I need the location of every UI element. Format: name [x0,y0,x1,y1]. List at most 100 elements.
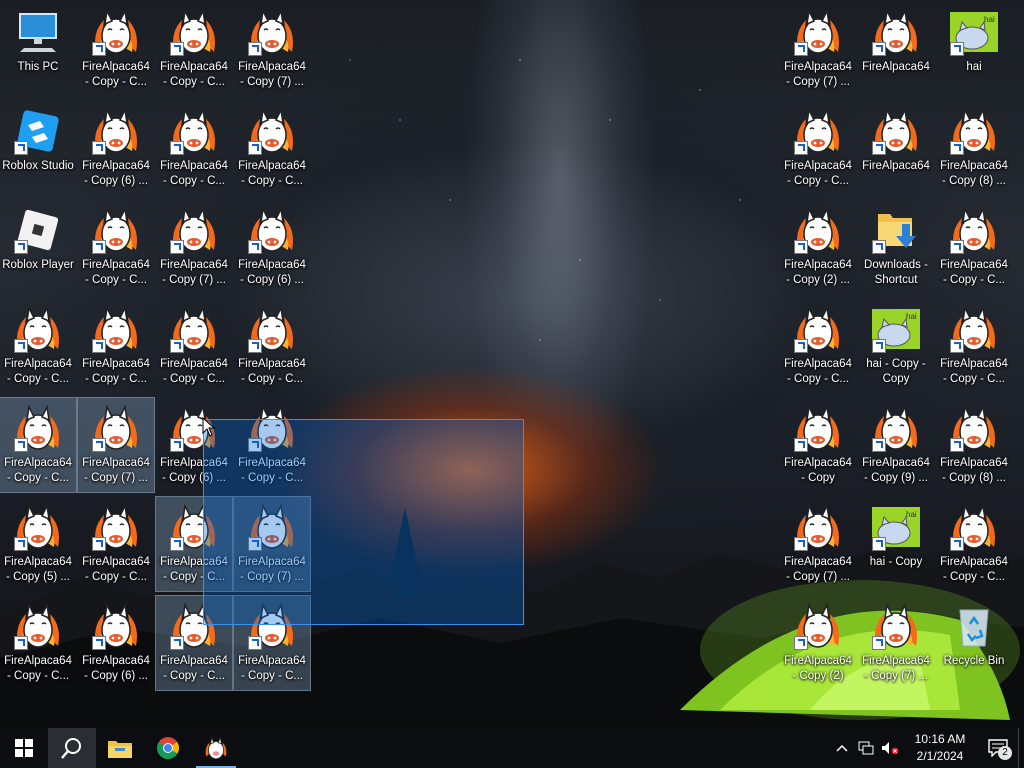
desktop-icon-image [794,107,842,155]
shortcut-arrow-icon [794,339,808,353]
desktop-icon[interactable]: FireAlpaca64 - Copy - C... [780,299,856,393]
shortcut-arrow-icon [794,141,808,155]
desktop-icon-image [794,305,842,353]
show-hidden-icons-button[interactable] [830,728,854,768]
desktop-icon-label: FireAlpaca64 - Copy - C... [940,556,1008,583]
desktop-icon-image [872,107,920,155]
chevron-up-icon [836,744,848,752]
desktop-icon-label: This PC [17,61,59,73]
desktop-icon[interactable]: FireAlpaca64 - Copy (7) ... [858,596,934,690]
svg-text:hai: hai [984,15,995,24]
desktop-icon-image [14,602,62,650]
desktop-icon-label: hai [966,61,982,73]
desktop-icon[interactable]: FireAlpaca64 - Copy (8) ... [936,398,1012,492]
shortcut-arrow-icon [872,438,886,452]
desktop-icon[interactable]: FireAlpaca64 - Copy - C... [936,200,1012,294]
desktop-icon-label: FireAlpaca64 - Copy - C... [940,259,1008,286]
desktop-icon[interactable]: FireAlpaca64 - Copy - C... [234,101,310,195]
desktop-icon-label: FireAlpaca64 - Copy - C... [940,358,1008,385]
desktop-icon-label: FireAlpaca64 - Copy (7) ... [238,61,306,88]
start-button[interactable] [0,728,48,768]
desktop-icon-label: Roblox Studio [2,160,74,172]
desktop-icon[interactable]: FireAlpaca64 - Copy (7) ... [780,2,856,96]
desktop-icon[interactable]: This PC [0,2,76,96]
desktop-icon[interactable]: FireAlpaca64 - Copy (7) ... [780,497,856,591]
desktop-icon[interactable]: FireAlpaca64 - Copy (5) ... [0,497,76,591]
shortcut-arrow-icon [950,141,964,155]
desktop-icon[interactable]: FireAlpaca64 - Copy - C... [156,299,232,393]
desktop-icon[interactable]: FireAlpaca64 - Copy (8) ... [936,101,1012,195]
desktop-icon[interactable]: FireAlpaca64 - Copy - C... [0,596,76,690]
desktop-icon[interactable]: FireAlpaca64 - Copy - C... [936,299,1012,393]
desktop-icon[interactable]: FireAlpaca64 - Copy - C... [936,497,1012,591]
desktop-icon-label: FireAlpaca64 - Copy (6) ... [82,160,150,187]
shortcut-arrow-icon [14,240,28,254]
desktop-icon[interactable]: FireAlpaca64 - Copy - C... [780,101,856,195]
desktop-icon-label: FireAlpaca64 - Copy [784,457,852,484]
desktop-icon[interactable]: FireAlpaca64 - Copy (6) ... [78,596,154,690]
network-button[interactable] [854,728,878,768]
desktop-icon[interactable]: FireAlpaca64 - Copy - C... [78,200,154,294]
desktop-icon[interactable]: Roblox Player [0,200,76,294]
search-button[interactable] [48,728,96,768]
shortcut-arrow-icon [170,537,184,551]
shortcut-arrow-icon [872,636,886,650]
firealpaca-icon [205,736,227,760]
desktop-icon-label: hai - Copy - Copy [866,358,926,385]
taskbar-clock[interactable]: 10:16 AM 2/1/2024 [902,731,978,765]
desktop-icon-image [92,206,140,254]
desktop-icon-image [170,107,218,155]
desktop-icon[interactable]: FireAlpaca64 - Copy - C... [78,299,154,393]
desktop-icon[interactable]: FireAlpaca64 - Copy - C... [234,299,310,393]
desktop-icon-image [794,503,842,551]
desktop-icon-image [170,305,218,353]
shortcut-arrow-icon [794,438,808,452]
show-desktop-button[interactable] [1018,728,1024,768]
desktop-icon[interactable]: Downloads - Shortcut [858,200,934,294]
desktop-icon[interactable]: hai hai - Copy - Copy [858,299,934,393]
volume-button[interactable] [878,728,902,768]
shortcut-arrow-icon [14,438,28,452]
desktop-icon[interactable]: hai hai - Copy [858,497,934,591]
desktop-icon[interactable]: FireAlpaca64 - Copy (9) ... [858,398,934,492]
desktop-icon-label: FireAlpaca64 - Copy - C... [82,358,150,385]
desktop-icon[interactable]: Recycle Bin [936,596,1012,690]
shortcut-arrow-icon [14,537,28,551]
desktop-icon-label: FireAlpaca64 - Copy (5) ... [4,556,72,583]
notification-center-button[interactable]: 2 [978,728,1018,768]
desktop-icon-image [950,305,998,353]
desktop-icon[interactable]: FireAlpaca64 - Copy (6) ... [234,200,310,294]
file-explorer-button[interactable] [96,728,144,768]
desktop-icon[interactable]: FireAlpaca64 - Copy - C... [78,2,154,96]
desktop-icon[interactable]: FireAlpaca64 - Copy - C... [0,299,76,393]
desktop-icon-image [248,8,296,56]
shortcut-arrow-icon [170,438,184,452]
desktop-icon[interactable]: FireAlpaca64 - Copy [780,398,856,492]
desktop-icon[interactable]: FireAlpaca64 - Copy (7) ... [77,397,155,493]
desktop-icon[interactable]: FireAlpaca64 - Copy (2) ... [780,200,856,294]
desktop-icon-image [92,602,140,650]
desktop-icon[interactable]: hai hai [936,2,1012,96]
desktop-icon[interactable]: FireAlpaca64 - Copy - C... [0,397,77,493]
file-explorer-icon [108,741,132,758]
desktop-icon-image [950,602,998,650]
desktop-icon-label: FireAlpaca64 - Copy (8) ... [940,457,1008,484]
chrome-button[interactable] [144,728,192,768]
desktop-icon-label: FireAlpaca64 - Copy - C... [82,61,150,88]
desktop-icon[interactable]: FireAlpaca64 - Copy (2) [780,596,856,690]
desktop-icon[interactable]: FireAlpaca64 - Copy (6) ... [78,101,154,195]
desktop-icon[interactable]: FireAlpaca64 - Copy (7) ... [156,200,232,294]
firealpaca-taskbar-button[interactable] [192,728,240,768]
desktop-icon[interactable]: Roblox Studio [0,101,76,195]
desktop-icon-image [872,602,920,650]
desktop-icon[interactable]: FireAlpaca64 - Copy - C... [78,497,154,591]
desktop-icon[interactable]: FireAlpaca64 - Copy - C... [156,2,232,96]
desktop-icon-label: FireAlpaca64 - Copy (2) ... [784,259,852,286]
desktop-icon[interactable]: FireAlpaca64 - Copy (7) ... [234,2,310,96]
desktop-icon[interactable]: FireAlpaca64 [858,101,934,195]
shortcut-arrow-icon [92,141,106,155]
desktop-icon[interactable]: FireAlpaca64 - Copy - C... [156,101,232,195]
desktop-icon-image [872,206,920,254]
shortcut-arrow-icon [248,636,262,650]
desktop-icon[interactable]: FireAlpaca64 [858,2,934,96]
